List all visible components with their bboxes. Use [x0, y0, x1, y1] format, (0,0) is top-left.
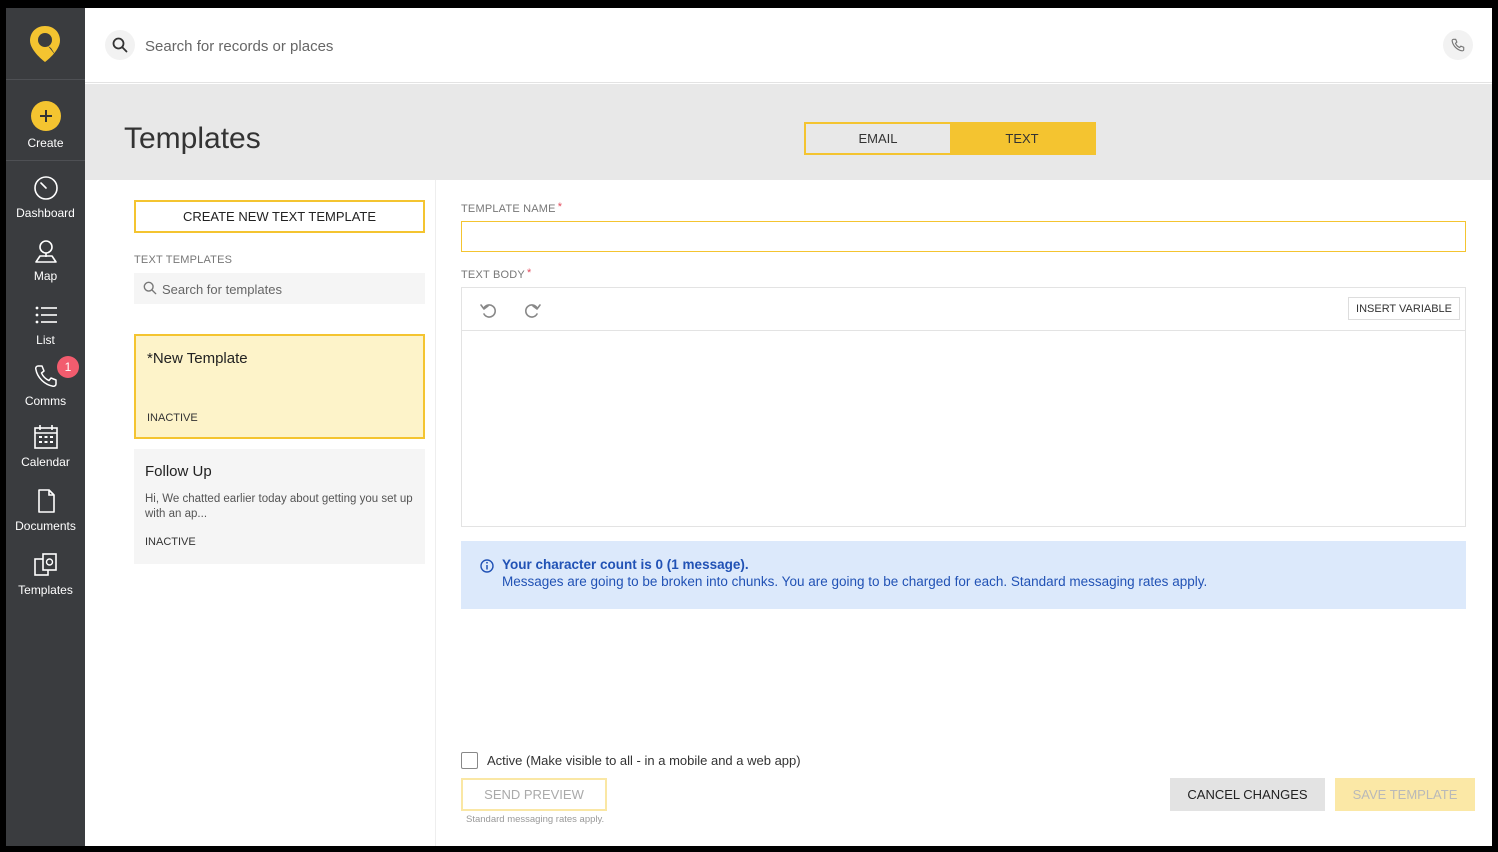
sidebar-item-label: Calendar: [21, 455, 70, 469]
template-card-new[interactable]: *New Template INACTIVE: [134, 334, 425, 439]
sidebar-item-label: Dashboard: [16, 206, 75, 220]
location-pin-logo-icon: [30, 26, 60, 62]
messaging-rates-text: Messages are going to be broken into chu…: [502, 574, 1208, 589]
template-card-follow-up[interactable]: Follow Up Hi, We chatted earlier today a…: [134, 449, 425, 564]
sidebar-item-create[interactable]: Create: [6, 101, 85, 150]
phone-button[interactable]: [1443, 30, 1473, 60]
sidebar-item-map[interactable]: Map: [6, 237, 85, 283]
send-preview-button[interactable]: SEND PREVIEW: [461, 778, 607, 811]
plus-icon: [30, 101, 61, 131]
sidebar-item-calendar[interactable]: Calendar: [6, 423, 85, 469]
template-type-toggle: EMAIL TEXT: [804, 122, 1096, 155]
sidebar-item-comms[interactable]: 1 Comms: [6, 356, 85, 408]
divider: [6, 160, 85, 161]
info-icon: [480, 559, 494, 573]
search-button[interactable]: [105, 30, 135, 60]
sidebar-item-dashboard[interactable]: Dashboard: [6, 174, 85, 220]
calendar-icon: [33, 425, 58, 449]
active-label: Active (Make visible to all - in a mobil…: [487, 752, 801, 768]
active-checkbox[interactable]: [461, 751, 478, 769]
sidebar-item-label: Documents: [15, 519, 76, 533]
sidebar-item-list[interactable]: List: [6, 301, 85, 347]
phone-icon: [1451, 38, 1465, 52]
preview-note: Standard messaging rates apply.: [466, 814, 605, 825]
logo[interactable]: [6, 8, 85, 80]
templates-icon: [33, 553, 57, 576]
template-name-label: TEMPLATE NAME *: [461, 201, 562, 215]
notification-badge: 1: [57, 356, 79, 378]
character-count-text: Your character count is 0 (1 message).: [502, 557, 749, 572]
editor-toolbar: INSERT VARIABLE: [462, 288, 1465, 331]
create-new-text-template-button[interactable]: CREATE NEW TEXT TEMPLATE: [134, 200, 425, 233]
save-template-button[interactable]: SAVE TEMPLATE: [1335, 778, 1475, 811]
template-search: [134, 273, 425, 304]
text-body-label-text: TEXT BODY: [461, 269, 525, 281]
template-name-label-text: TEMPLATE NAME: [461, 203, 556, 215]
sidebar-item-templates[interactable]: Templates: [6, 551, 85, 597]
template-title: Follow Up: [145, 463, 212, 480]
sidebar-item-documents[interactable]: Documents: [6, 487, 85, 533]
text-templates-label: TEXT TEMPLATES: [134, 254, 233, 266]
template-status: INACTIVE: [147, 412, 198, 424]
text-body-label: TEXT BODY *: [461, 267, 531, 281]
document-icon: [37, 489, 55, 513]
tab-email[interactable]: EMAIL: [806, 124, 950, 153]
required-mark: *: [526, 267, 532, 279]
page-title: Templates: [124, 122, 261, 155]
templates-content: CREATE NEW TEXT TEMPLATE TEXT TEMPLATES …: [124, 180, 1492, 846]
template-preview: Hi, We chatted earlier today about getti…: [145, 493, 413, 520]
template-search-input[interactable]: [162, 279, 412, 299]
page-header: Templates EMAIL TEXT: [85, 84, 1492, 180]
sidebar-item-label: Templates: [18, 583, 73, 597]
sidebar: Create Dashboard Map List 1 Comms Calend…: [6, 8, 85, 846]
required-mark: *: [557, 201, 563, 213]
phone-icon: [34, 365, 57, 387]
map-person-pin-icon: [34, 240, 57, 263]
sidebar-item-label: List: [36, 333, 55, 347]
active-row: Active (Make visible to all - in a mobil…: [461, 750, 801, 770]
template-editor-panel: TEMPLATE NAME * TEXT BODY * INSERT VARIABL…: [461, 180, 1475, 846]
top-bar: [85, 8, 1492, 83]
search-icon: [112, 37, 128, 53]
sidebar-item-label: Comms: [24, 394, 67, 408]
list-icon: [35, 306, 57, 324]
global-search-input[interactable]: [145, 34, 645, 58]
cancel-changes-button[interactable]: CANCEL CHANGES: [1170, 778, 1325, 811]
search-icon: [143, 281, 157, 295]
text-body-textarea[interactable]: [462, 332, 1465, 526]
character-count-info: Your character count is 0 (1 message). M…: [461, 541, 1466, 609]
tab-text[interactable]: TEXT: [950, 124, 1094, 153]
dashboard-gauge-icon: [33, 176, 58, 200]
template-title: *New Template: [147, 350, 248, 367]
template-name-input[interactable]: [461, 221, 1466, 252]
text-body-editor: INSERT VARIABLE: [461, 287, 1466, 527]
insert-variable-button[interactable]: INSERT VARIABLE: [1348, 297, 1460, 320]
sidebar-item-label: Map: [33, 269, 58, 283]
template-status: INACTIVE: [145, 536, 196, 548]
app-window: Create Dashboard Map List 1 Comms Calend…: [6, 8, 1492, 846]
sidebar-item-label: Create: [27, 136, 64, 150]
undo-icon[interactable]: [479, 300, 499, 320]
redo-icon[interactable]: [522, 300, 542, 320]
template-list-panel: CREATE NEW TEXT TEMPLATE TEXT TEMPLATES …: [124, 180, 436, 846]
